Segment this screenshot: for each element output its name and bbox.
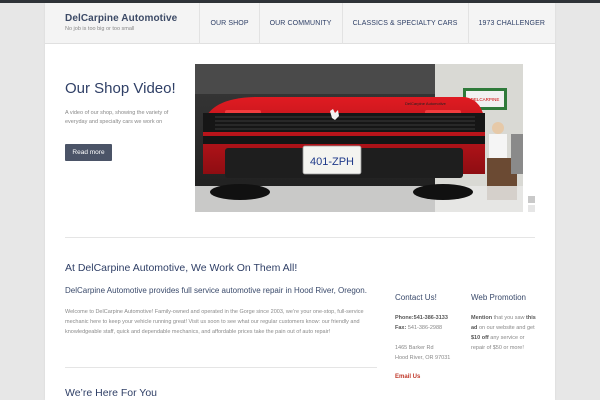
promo-text: Mention that you saw this ad on our webs… [471,313,537,353]
email-us-link[interactable]: Email Us [395,374,420,380]
slider-dot-2[interactable] [528,205,535,212]
page-container: DelCarpine Automotive No job is too big … [45,3,555,400]
address-line-2: Hood River, OR 97031 [395,355,451,361]
promo-text-2: on our website and get [477,325,535,331]
site-logo[interactable]: DelCarpine Automotive No job is too big … [65,13,177,32]
address-line-1: 1465 Barker Rd [395,345,434,351]
phone-number[interactable]: 541-386-3133 [414,315,448,321]
promo-heading: Web Promotion [471,293,526,302]
read-more-button[interactable]: Read more [65,144,112,161]
site-tagline: No job is too big or too small [65,26,135,32]
here-for-you-heading: We’re Here For You [65,387,158,399]
site-title[interactable]: DelCarpine Automotive [65,13,177,24]
hero-title: Our Shop Video! [65,80,176,97]
nav-item-classics[interactable]: Classics & Specialty Cars [341,3,468,44]
nav-item-challenger[interactable]: 1973 Challenger [467,3,555,44]
contact-info: Phone:541-386-3133 Fax: 541-386-2988 146… [395,313,461,363]
license-plate-text: 401-ZPH [310,156,354,168]
main-subheading: DelCarpine Automotive provides full serv… [65,286,367,295]
content-divider [65,367,377,368]
main-heading: At DelCarpine Automotive, We Work On The… [65,262,298,274]
contact-heading: Contact Us! [395,293,437,302]
fax-label: Fax: [395,325,407,331]
welcome-paragraph: Welcome to DelCarpine Automotive! Family… [65,309,364,335]
hero-description: A video of our shop, showing the variety… [65,110,169,125]
fax-number: 541-386-2988 [407,325,443,331]
car-photo: DELCARPINE DelCarpine Automotive 401-ZPH [195,64,523,212]
promo-text-1: that you saw [492,315,527,321]
car-badge-text: DelCarpine Automotive [405,101,447,106]
slider-dot-1[interactable] [528,196,535,203]
promo-discount: $10 off [471,335,489,341]
nav-item-our-shop[interactable]: Our Shop [199,3,258,44]
main-nav: Our Shop Our Community Classics & Specia… [199,3,555,44]
promo-mention: Mention [471,315,493,321]
phone-label: Phone: [395,315,414,321]
section-divider [65,237,535,238]
shop-video[interactable]: DELCARPINE DelCarpine Automotive 401-ZPH [195,64,523,212]
nav-item-our-community[interactable]: Our Community [258,3,342,44]
site-header: DelCarpine Automotive No job is too big … [45,3,555,44]
